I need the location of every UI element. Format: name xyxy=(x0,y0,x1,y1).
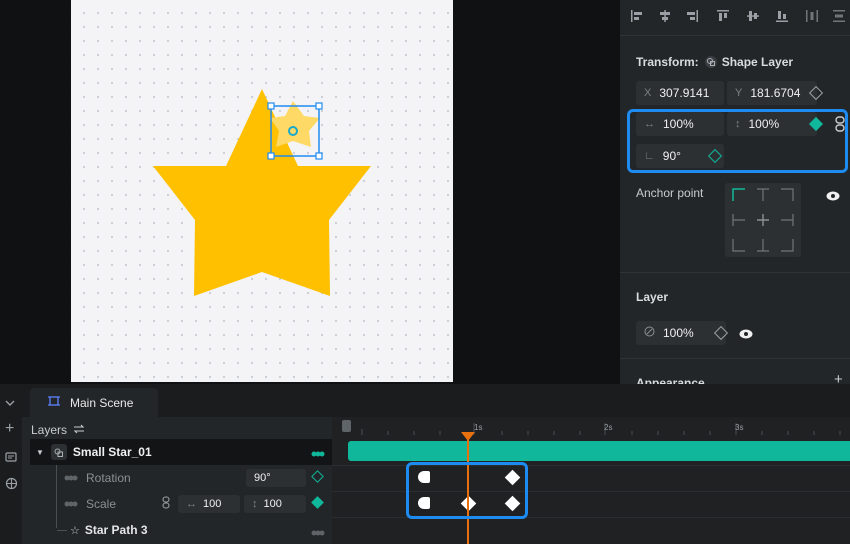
x-label: X xyxy=(644,87,652,99)
tab-main-scene[interactable]: Main Scene xyxy=(30,388,158,417)
align-bottom-icon[interactable] xyxy=(772,6,792,26)
big-star xyxy=(153,89,371,296)
swap-icon[interactable] xyxy=(73,423,85,437)
link-icon[interactable] xyxy=(162,496,170,512)
playhead-handle[interactable] xyxy=(461,431,475,445)
keyframes-toggle-icon[interactable] xyxy=(311,447,325,461)
tree-branch xyxy=(57,529,67,531)
ruler-label-2s: 2s xyxy=(604,423,613,432)
scale-label: Scale xyxy=(86,497,117,511)
rotation-label: Rotation xyxy=(86,471,131,485)
keyframe-icon[interactable] xyxy=(311,470,324,483)
scale-width-value: 100 xyxy=(203,498,222,510)
layers-header: Layers xyxy=(31,423,85,437)
keyframes-highlight xyxy=(406,462,528,519)
align-center-icon[interactable] xyxy=(655,6,675,26)
tab-main-scene-label: Main Scene xyxy=(70,395,134,410)
keyframe-icon[interactable] xyxy=(713,325,729,341)
x-field[interactable]: X 307.9141 xyxy=(636,81,724,105)
time-ruler[interactable] xyxy=(332,417,850,437)
y-value: 181.6704 xyxy=(750,86,801,100)
layer-type-label: Shape Layer xyxy=(721,55,794,69)
width-arrow-icon: ↔ xyxy=(186,498,197,510)
y-field[interactable]: Y 181.6704 xyxy=(727,81,817,105)
opacity-field[interactable]: 100% xyxy=(636,321,726,345)
rotation-value: 90° xyxy=(254,472,271,484)
layers-title: Layers xyxy=(31,423,68,437)
star-shapes[interactable] xyxy=(71,0,453,382)
opacity-value: 100% xyxy=(663,326,694,340)
chevron-down-icon[interactable] xyxy=(5,396,15,410)
keyframe-icon[interactable] xyxy=(808,85,824,101)
keyframes-toggle-icon[interactable] xyxy=(64,471,78,485)
layer-duration-bar[interactable] xyxy=(348,441,850,461)
layer-section-title: Layer xyxy=(636,290,669,304)
rotation-value-field[interactable]: 90° xyxy=(246,469,306,487)
keyframes-toggle-icon[interactable] xyxy=(64,497,78,511)
artboard[interactable] xyxy=(71,0,453,382)
keyframes-toggle-icon[interactable] xyxy=(311,526,325,540)
ruler-label-3s: 3s xyxy=(735,423,744,432)
ruler-label-1s: 1s xyxy=(474,423,483,432)
components-icon[interactable] xyxy=(5,477,18,493)
height-arrow-icon: ↕ xyxy=(252,498,258,510)
align-left-icon[interactable] xyxy=(627,6,647,26)
transform-title: Transform: xyxy=(636,55,699,69)
align-middle-icon[interactable] xyxy=(743,6,763,26)
layer-row-small-star[interactable]: ▼ Small Star_01 xyxy=(30,439,332,465)
x-value: 307.9141 xyxy=(659,86,710,100)
layer-name: Star Path 3 xyxy=(84,523,148,537)
scale-width-field[interactable]: ↔ 100 xyxy=(178,495,240,513)
scale-height-field[interactable]: ↕ 100 xyxy=(244,495,306,513)
transform-highlight xyxy=(627,109,848,173)
properties-panel: Transform: Shape Layer X 307.9141 Y 181.… xyxy=(620,0,850,390)
anchor-point-label: Anchor point xyxy=(636,186,704,200)
layer-row-star-path[interactable]: ☆ Star Path 3 xyxy=(30,517,332,543)
shape-layer-icon xyxy=(50,444,67,460)
plus-icon[interactable]: + xyxy=(5,421,14,437)
star-icon: ☆ xyxy=(70,524,80,537)
align-right-icon[interactable] xyxy=(682,6,702,26)
y-label: Y xyxy=(735,87,743,99)
align-top-icon[interactable] xyxy=(713,6,733,26)
collapse-caret-icon[interactable]: ▼ xyxy=(36,448,44,457)
layer-name: Small Star_01 xyxy=(72,445,152,459)
anchor-grid[interactable] xyxy=(725,183,801,257)
small-star xyxy=(270,101,320,147)
transform-header: Transform: Shape Layer xyxy=(636,55,793,69)
shape-layer-icon xyxy=(704,56,717,68)
eye-icon[interactable] xyxy=(826,190,840,204)
distribute-horizontal-icon[interactable] xyxy=(802,6,822,26)
opacity-icon xyxy=(644,326,655,340)
distribute-vertical-icon[interactable] xyxy=(829,6,849,26)
scale-height-value: 100 xyxy=(263,498,282,510)
layer-list-icon[interactable] xyxy=(5,451,17,466)
eye-icon[interactable] xyxy=(739,328,753,342)
keyframe-icon[interactable] xyxy=(311,496,324,509)
scene-icon xyxy=(48,395,60,410)
